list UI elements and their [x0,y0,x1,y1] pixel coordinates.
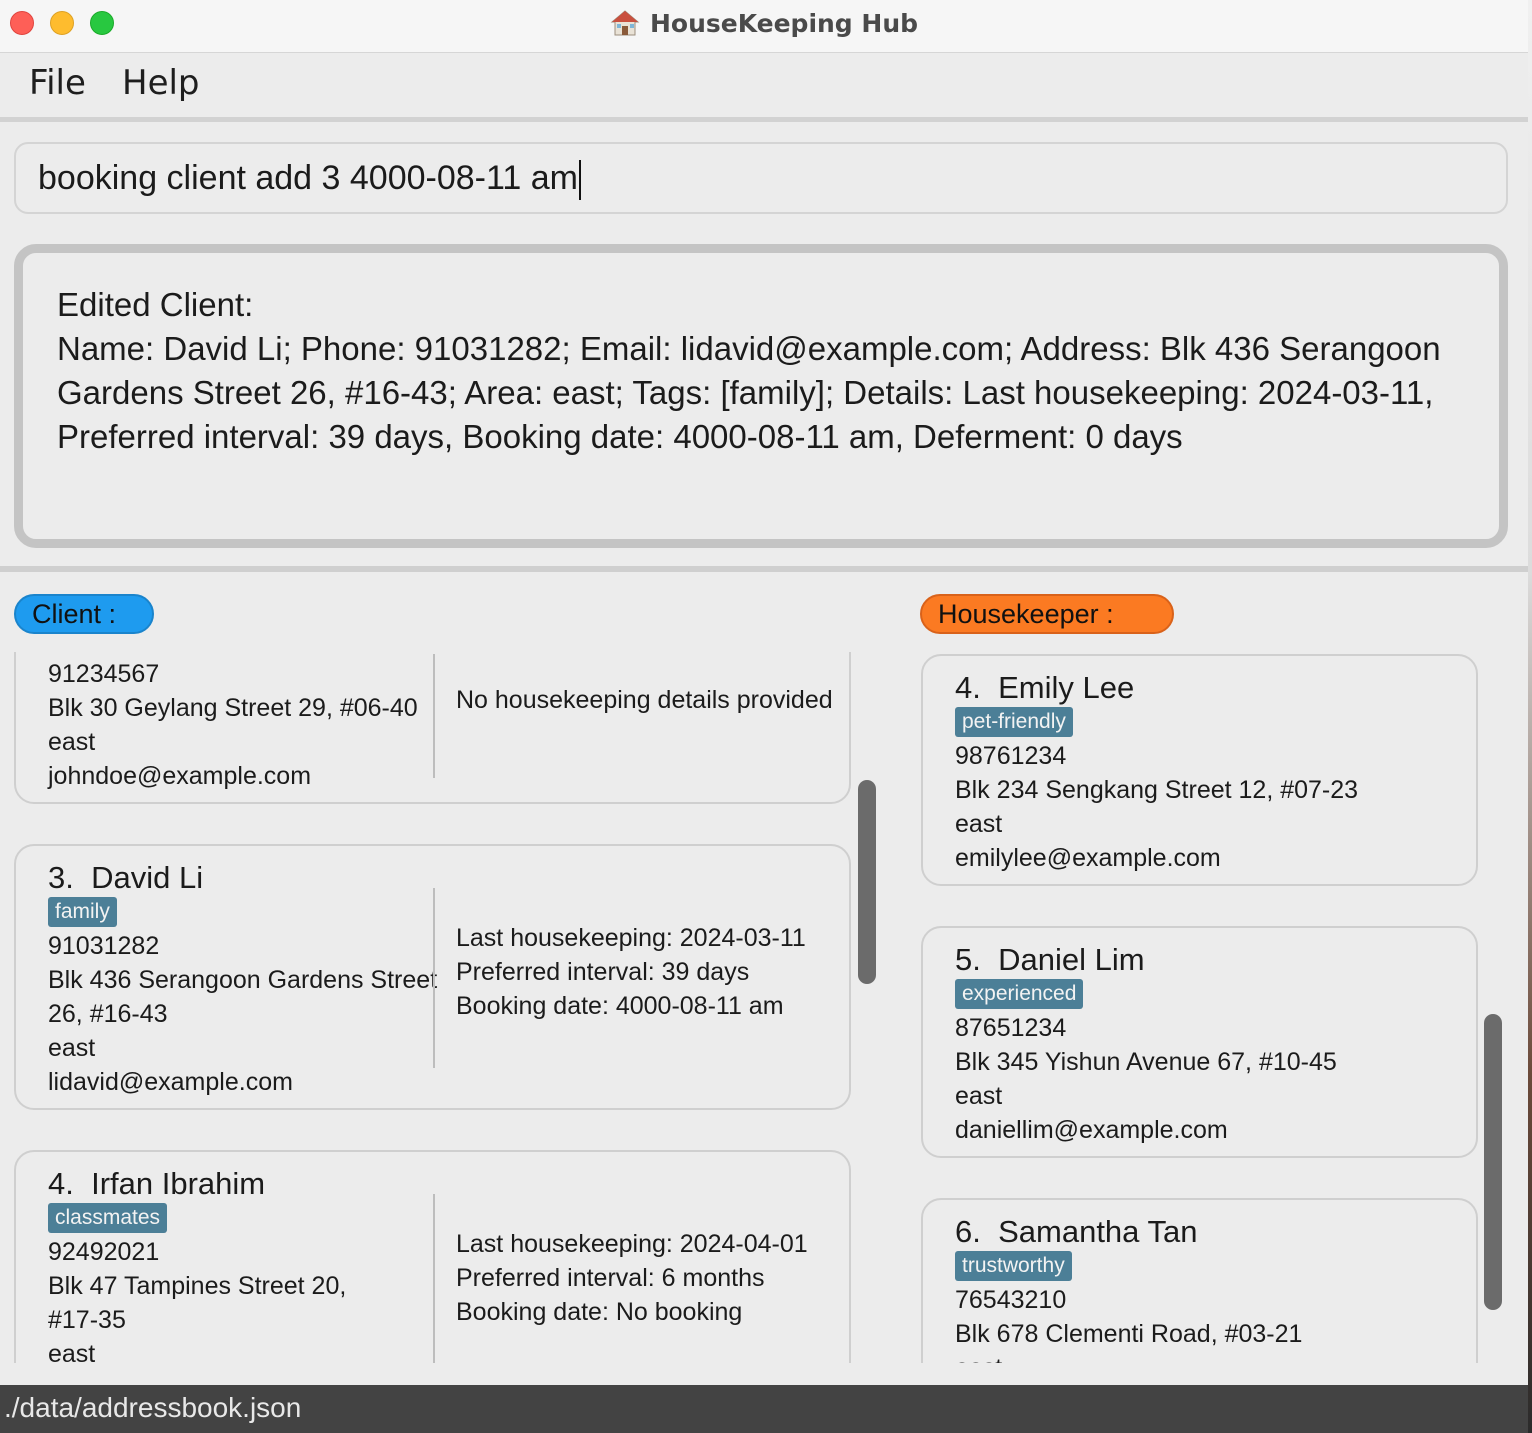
client-name-text: Irfan Ibrahim [91,1166,266,1201]
client-details: No housekeeping details provided [456,686,833,714]
housekeeper-list-scrollbar[interactable] [1484,1014,1502,1310]
housekeeper-card[interactable]: 5. Daniel Lim experienced 87651234 Blk 3… [921,926,1478,1158]
housekeeper-address: Blk 678 Clementi Road, #03-21 [955,1320,1303,1348]
client-area: east [48,1340,96,1363]
menu-help[interactable]: Help [122,63,200,103]
card-separator [433,1194,435,1363]
split-divider[interactable] [0,566,1528,572]
command-text: booking client add 3 4000-08-11 am [38,159,578,197]
client-card[interactable]: 4. Irfan Ibrahim classmates 92492021 Blk… [14,1150,851,1363]
client-address: Blk 436 Serangoon Gardens Street [48,966,438,994]
client-index: 4. [48,1166,74,1201]
housekeeper-card[interactable]: 6. Samantha Tan trustworthy 76543210 Blk… [921,1198,1478,1363]
housekeeper-name-text: Samantha Tan [998,1214,1198,1249]
client-last-housekeeping: Last housekeeping: 2024-04-01 [456,1230,808,1258]
housekeeper-tag: experienced [955,979,1084,1009]
result-display: Edited Client: Name: David Li; Phone: 91… [14,244,1508,548]
client-email: johndoe@example.com [48,762,312,790]
client-name: 3. David Li [48,860,203,896]
housekeeper-area: east [955,1354,1002,1363]
result-message: Edited Client: Name: David Li; Phone: 91… [57,286,1441,455]
client-name-text: David Li [91,860,204,895]
housekeeper-name-text: Daniel Lim [998,942,1145,977]
housekeeper-name: 4. Emily Lee [955,670,1134,706]
title-bar: HouseKeeping Hub [0,0,1528,53]
command-input[interactable]: booking client add 3 4000-08-11 am [38,144,1478,212]
client-phone: 91234567 [48,660,160,688]
housekeeper-email: daniellim@example.com [955,1116,1228,1144]
status-bar: ./data/addressbook.json [0,1385,1528,1433]
command-box[interactable]: booking client add 3 4000-08-11 am [14,142,1508,214]
housekeeper-card[interactable]: 4. Emily Lee pet-friendly 98761234 Blk 2… [921,654,1478,886]
client-address: Blk 47 Tampines Street 20, [48,1272,347,1300]
card-separator [433,654,435,778]
client-address: Blk 30 Geylang Street 29, #06-40 [48,694,418,722]
housekeeper-address: Blk 345 Yishun Avenue 67, #10-45 [955,1048,1337,1076]
data-file-path: ./data/addressbook.json [4,1392,302,1423]
housekeeper-email: emilylee@example.com [955,844,1221,872]
client-list-header: Client : [14,594,154,634]
housekeeper-index: 6. [955,1214,981,1249]
housekeeper-name: 6. Samantha Tan [955,1214,1197,1250]
card-separator [433,888,435,1068]
housekeeper-phone: 76543210 [955,1286,1067,1314]
housekeeper-tag: trustworthy [955,1251,1072,1281]
client-card[interactable]: 91234567 Blk 30 Geylang Street 29, #06-4… [14,652,851,804]
menu-file[interactable]: File [29,63,86,103]
client-index: 3. [48,860,74,895]
housekeeper-list-header: Housekeeper : [920,594,1174,634]
client-area: east [48,728,96,756]
client-email: lidavid@example.com [48,1068,293,1096]
client-booking-date: Booking date: 4000-08-11 am [456,992,784,1020]
housekeeper-name: 5. Daniel Lim [955,942,1145,978]
client-phone: 92492021 [48,1238,160,1266]
housekeeper-area: east [955,810,1003,838]
client-tag: classmates [48,1203,168,1233]
client-card[interactable]: 3. David Li family 91031282 Blk 436 Sera… [14,844,851,1110]
client-address-cont: 26, #16-43 [48,1000,168,1028]
client-last-housekeeping: Last housekeeping: 2024-03-11 [456,924,806,952]
housekeeper-list[interactable]: 4. Emily Lee pet-friendly 98761234 Blk 2… [900,652,1528,1363]
housekeeper-name-text: Emily Lee [998,670,1135,705]
housekeeper-index: 5. [955,942,981,977]
housekeeper-tag: pet-friendly [955,707,1073,737]
client-preferred-interval: Preferred interval: 39 days [456,958,750,986]
housekeeper-index: 4. [955,670,981,705]
client-booking-date: Booking date: No booking [456,1298,743,1326]
client-tag: family [48,897,117,927]
client-area: east [48,1034,96,1062]
app-window: HouseKeeping Hub File Help booking clien… [0,0,1529,1433]
housekeeper-area: east [955,1082,1003,1110]
window-title: HouseKeeping Hub [649,8,919,38]
client-phone: 91031282 [48,932,160,960]
client-address-cont: #17-35 [48,1306,126,1334]
housekeeper-address: Blk 234 Sengkang Street 12, #07-23 [955,776,1359,804]
client-name: 4. Irfan Ibrahim [48,1166,265,1202]
housekeeper-phone: 87651234 [955,1014,1067,1042]
menu-bar: File Help [0,53,1528,122]
text-caret [578,160,581,201]
housekeeper-phone: 98761234 [955,742,1067,770]
client-list[interactable]: 91234567 Blk 30 Geylang Street 29, #06-4… [0,652,880,1363]
desktop-edge [1528,0,1532,1433]
house-icon [610,8,640,38]
client-preferred-interval: Preferred interval: 6 months [456,1264,765,1292]
client-list-scrollbar[interactable] [858,780,876,984]
